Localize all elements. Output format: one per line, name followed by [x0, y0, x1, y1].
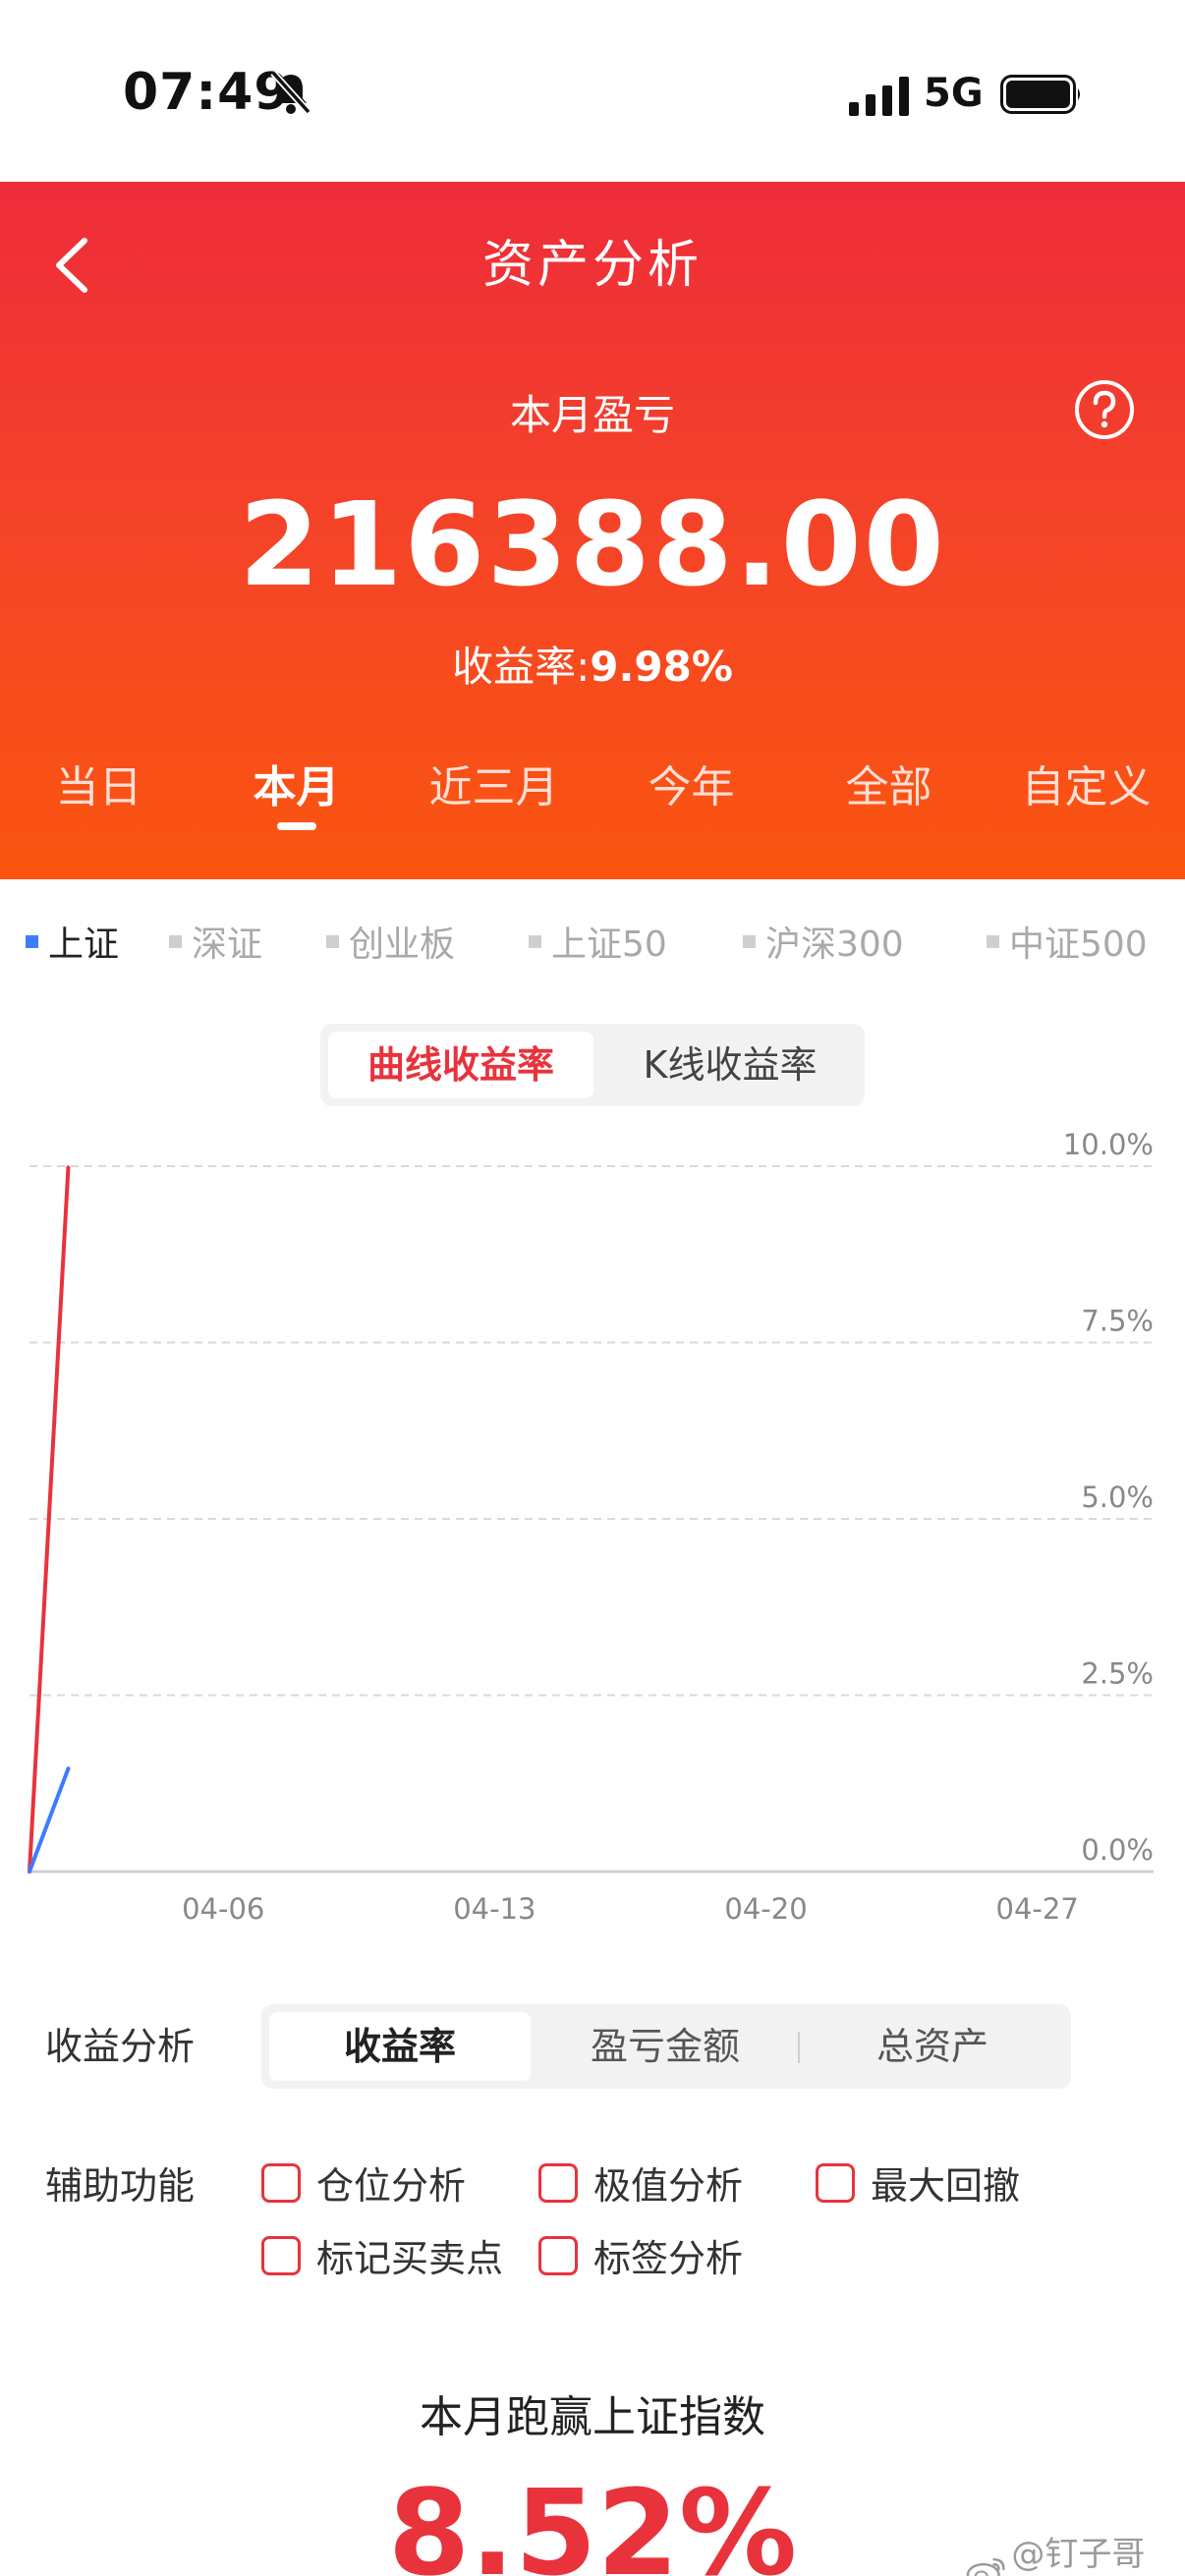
- aux-position-analysis[interactable]: 仓位分析: [261, 2156, 466, 2210]
- page-title: 资产分析: [481, 236, 703, 295]
- checkbox[interactable]: [816, 2162, 855, 2203]
- aux-tag-analysis[interactable]: 标签分析: [538, 2228, 743, 2282]
- beat-index-label: 本月跑赢上证指数: [420, 2392, 765, 2442]
- index-tab-shanghai[interactable]: 上证: [26, 916, 119, 967]
- yield-label: 收益率:: [452, 643, 591, 691]
- index-tab-label: 创业板: [349, 924, 456, 965]
- y-tick-label: 5.0%: [1081, 1481, 1154, 1514]
- aux-item-label: 标签分析: [593, 2237, 744, 2280]
- index-tab-csi300[interactable]: 沪深300: [743, 916, 904, 967]
- aux-item-label: 仓位分析: [316, 2164, 467, 2208]
- yield-line: 收益率:9.98%: [0, 634, 1185, 694]
- index-tab-shenzhen[interactable]: 深证: [169, 916, 262, 967]
- y-tick-label: 0.0%: [1081, 1833, 1154, 1867]
- analysis-segmented-control: 收益率 盈亏金额 总资产: [261, 2004, 1071, 2089]
- aux-max-drawdown[interactable]: 最大回撤: [816, 2156, 1020, 2210]
- tab-this-year[interactable]: 今年: [592, 752, 790, 830]
- cellular-signal-icon: [849, 77, 909, 116]
- tab-today[interactable]: 当日: [0, 752, 198, 830]
- tab-all[interactable]: 全部: [790, 752, 988, 830]
- period-tabs: 当日 本月 近三月 今年 全部 自定义: [0, 752, 1185, 830]
- index-tab-label: 上证50: [551, 924, 667, 965]
- watermark: @钉子哥88: [965, 2527, 1185, 2576]
- checkbox[interactable]: [538, 2235, 578, 2275]
- x-tick-label: 04-20: [724, 1892, 807, 1926]
- index-tab-label: 深证: [192, 924, 263, 965]
- index-tab-label: 上证: [48, 924, 120, 965]
- checkbox[interactable]: [538, 2162, 578, 2203]
- segment-divider: [798, 2032, 800, 2063]
- x-tick-label: 04-06: [182, 1892, 264, 1926]
- index-tab-label: 沪深300: [765, 924, 904, 965]
- yield-value: 9.98%: [590, 643, 733, 691]
- total-assets-option[interactable]: 总资产: [802, 2012, 1063, 2081]
- index-marker: [987, 934, 999, 948]
- silent-bell-icon: [270, 70, 311, 115]
- pl-value: 216388.00: [239, 476, 946, 612]
- index-marker: [169, 934, 182, 948]
- watermark-text: @钉子哥88: [1011, 2535, 1146, 2576]
- x-tick-label: 04-27: [996, 1892, 1079, 1926]
- index-marker: [326, 934, 339, 948]
- index-marker: [26, 934, 38, 948]
- aux-extreme-analysis[interactable]: 极值分析: [538, 2156, 743, 2210]
- aux-item-label: 最大回撤: [871, 2164, 1021, 2208]
- status-bar: 07:49 5G: [0, 0, 1185, 182]
- asset-header: 资产分析 本月盈亏 216388.00 收益率:9.98% 当日 本月 近三月 …: [0, 182, 1185, 879]
- y-tick-label: 7.5%: [1081, 1305, 1154, 1338]
- checkbox[interactable]: [261, 2235, 301, 2275]
- x-tick-label: 04-13: [453, 1892, 536, 1926]
- aux-mark-trades[interactable]: 标记买卖点: [261, 2228, 503, 2282]
- pl-amount-option[interactable]: 盈亏金额: [535, 2012, 796, 2081]
- index-tab-sse50[interactable]: 上证50: [529, 916, 667, 967]
- index-marker: [529, 934, 541, 948]
- y-tick-label: 2.5%: [1081, 1657, 1154, 1691]
- index-marker: [743, 934, 756, 948]
- curve-yield-button[interactable]: 曲线收益率: [328, 1032, 593, 1098]
- y-tick-label: 10.0%: [1063, 1128, 1154, 1161]
- checkbox[interactable]: [261, 2162, 301, 2203]
- index-tab-csi500[interactable]: 中证500: [987, 916, 1148, 967]
- tab-custom[interactable]: 自定义: [988, 752, 1185, 830]
- weibo-logo-icon: [966, 2557, 1005, 2576]
- yield-chart: 10.0% 7.5% 5.0% 2.5% 0.0% 04-06 04-13 04-20 04-2…: [28, 1128, 1154, 1926]
- index-selector: 上证 深证 创业板 上证50 沪深300 中证500: [0, 916, 1185, 975]
- pl-label: 本月盈亏: [509, 391, 675, 439]
- tab-three-months[interactable]: 近三月: [395, 752, 592, 830]
- battery-icon: [1000, 75, 1080, 114]
- yield-rate-option[interactable]: 收益率: [269, 2012, 531, 2081]
- aux-label: 辅助功能: [45, 2164, 196, 2208]
- index-tab-label: 中证500: [1009, 924, 1148, 965]
- kline-yield-button[interactable]: K线收益率: [603, 1032, 857, 1098]
- status-time: 07:49: [123, 63, 291, 122]
- network-type: 5G: [924, 71, 984, 116]
- aux-item-label: 标记买卖点: [316, 2237, 504, 2280]
- tab-this-month[interactable]: 本月: [198, 752, 395, 830]
- index-tab-chinext[interactable]: 创业板: [326, 916, 455, 967]
- aux-item-label: 极值分析: [593, 2164, 744, 2208]
- analysis-label: 收益分析: [45, 2025, 196, 2068]
- chart-mode-toggle: 曲线收益率 K线收益率: [320, 1024, 865, 1106]
